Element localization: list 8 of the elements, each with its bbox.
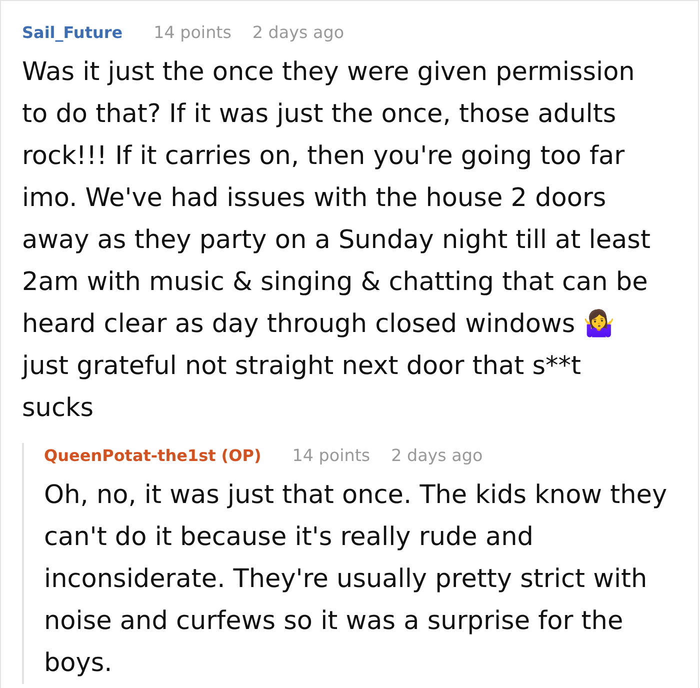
comment-text: Was it just the once they were given permission to do that? If it was just the once, those adults rock!!! If it carries on, then you're going too far imo. We've had issues with the house 2 doors away as they party on a Sunday night till at least 2am with music & singing & chatting that can be heard clear as day through closed windows 🤷‍♀ just grateful not straight next door that s**t sucks [22, 56, 652, 425]
timestamp: 2 days ago [252, 21, 344, 44]
points-count: 14 points [154, 21, 232, 44]
timestamp: 2 days ago [391, 444, 483, 467]
username-link[interactable]: QueenPotat-the1st (OP) [44, 444, 262, 468]
username-link[interactable]: Sail_Future [22, 21, 123, 45]
points-count: 14 points [292, 444, 370, 467]
comment-text: Oh, no, it was just that once. The kids know they can't do it because it's really rude and inconsiderate. They're usually pretty strict with noise and curfews so it was a surprise for the boys. [44, 479, 668, 680]
